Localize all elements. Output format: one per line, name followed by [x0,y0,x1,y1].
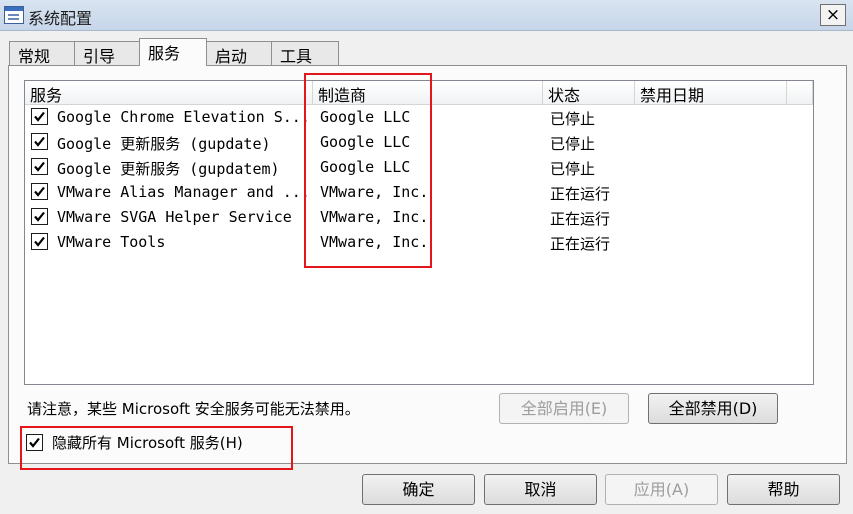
checkmark-icon [34,236,45,247]
service-status: 正在运行 [550,210,611,228]
manufacturer-highlight-box [304,73,432,268]
checkmark-icon [34,136,45,147]
column-header-service[interactable]: 服务 [25,81,313,105]
service-status: 已停止 [550,160,596,178]
help-button[interactable]: 帮助 [727,474,840,505]
close-button[interactable]: × [820,4,846,26]
service-checkbox[interactable] [31,183,48,200]
service-name: Google Chrome Elevation S... [57,108,310,126]
tab-startup[interactable]: 启动 [206,41,272,66]
service-checkbox[interactable] [31,108,48,125]
service-checkbox[interactable] [31,233,48,250]
tab-boot[interactable]: 引导 [74,41,140,66]
service-name: Google 更新服务 (gupdatem) [57,160,280,178]
microsoft-services-note: 请注意，某些 Microsoft 安全服务可能无法禁用。 [27,400,360,418]
msconfig-icon [4,6,24,24]
service-name: VMware SVGA Helper Service [57,208,292,226]
title-bar: 系统配置 × [0,0,853,31]
disable-all-button[interactable]: 全部禁用(D) [648,393,778,424]
service-status: 已停止 [550,110,596,128]
checkmark-icon [34,211,45,222]
column-header-disable-date[interactable]: 禁用日期 [635,81,787,105]
window-title: 系统配置 [28,9,93,28]
service-name: VMware Tools [57,233,166,251]
tab-tools[interactable]: 工具 [271,41,339,66]
hide-microsoft-highlight-box [20,426,293,470]
column-header-filler [787,81,813,105]
apply-button[interactable]: 应用(A) [605,474,718,505]
service-name: VMware Alias Manager and ... [57,183,310,201]
column-header-status[interactable]: 状态 [543,81,635,105]
service-checkbox[interactable] [31,208,48,225]
checkmark-icon [34,186,45,197]
service-status: 正在运行 [550,235,611,253]
service-checkbox[interactable] [31,133,48,150]
checkmark-icon [34,111,45,122]
service-status: 正在运行 [550,185,611,203]
ok-button[interactable]: 确定 [362,474,475,505]
tab-general[interactable]: 常规 [9,41,75,66]
tab-services[interactable]: 服务 [139,38,207,66]
enable-all-button[interactable]: 全部启用(E) [499,393,629,424]
cancel-button[interactable]: 取消 [484,474,597,505]
checkmark-icon [34,161,45,172]
service-checkbox[interactable] [31,158,48,175]
service-status: 已停止 [550,135,596,153]
service-name: Google 更新服务 (gupdate) [57,135,271,153]
